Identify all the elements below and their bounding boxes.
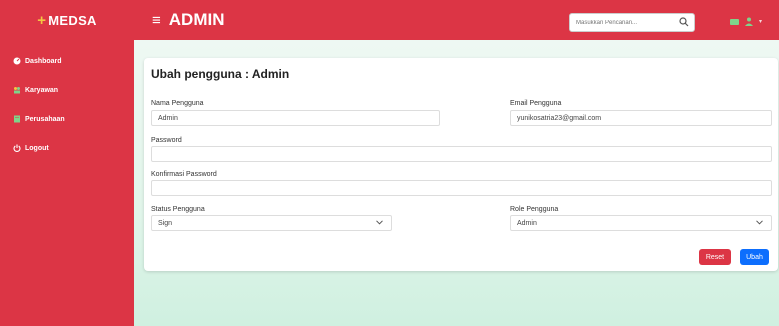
page-title: Ubah pengguna : Admin bbox=[151, 67, 290, 81]
brand-plus-icon: + bbox=[37, 11, 47, 29]
role-label: Role Pengguna bbox=[510, 206, 559, 213]
nama-label: Nama Pengguna bbox=[151, 100, 204, 107]
role-select[interactable]: Admin bbox=[510, 215, 772, 231]
sidebar: Dashboard Karyawan Perusahaan Logout bbox=[0, 40, 134, 326]
sidebar-item-label: Karyawan bbox=[25, 86, 59, 94]
top-icons: ▾ bbox=[730, 17, 762, 26]
sidebar-item-dashboard[interactable]: Dashboard bbox=[13, 57, 62, 65]
nama-field[interactable]: Admin bbox=[151, 110, 440, 126]
search-icon[interactable] bbox=[679, 17, 689, 27]
password-label: Password bbox=[151, 137, 182, 144]
power-icon bbox=[13, 144, 21, 152]
brand-name: MEDSA bbox=[48, 12, 97, 28]
sidebar-item-perusahaan[interactable]: Perusahaan bbox=[13, 115, 65, 123]
submit-button[interactable]: Ubah bbox=[740, 249, 769, 265]
chevron-down-icon bbox=[756, 220, 763, 225]
page-header: ≡ ADMIN bbox=[152, 0, 224, 40]
search-box bbox=[569, 13, 695, 32]
chevron-down-icon bbox=[376, 220, 383, 225]
users-icon bbox=[14, 87, 20, 94]
building-icon bbox=[14, 115, 20, 123]
konfirmasi-label: Konfirmasi Password bbox=[151, 171, 217, 178]
menu-toggle-icon[interactable]: ≡ bbox=[152, 12, 161, 29]
email-label: Email Pengguna bbox=[510, 100, 562, 107]
email-field[interactable]: yunikosatria23@gmail.com bbox=[510, 110, 772, 126]
sidebar-item-label: Dashboard bbox=[25, 57, 62, 65]
sidebar-item-label: Perusahaan bbox=[25, 115, 65, 123]
user-icon[interactable] bbox=[744, 17, 754, 26]
dashboard-icon bbox=[13, 57, 21, 65]
reset-button[interactable]: Reset bbox=[699, 249, 731, 265]
header-title: ADMIN bbox=[168, 10, 225, 29]
edit-user-card: Ubah pengguna : Admin Nama Pengguna Admi… bbox=[144, 58, 778, 271]
sidebar-item-label: Logout bbox=[25, 144, 49, 152]
konfirmasi-password-field[interactable] bbox=[151, 180, 772, 196]
sidebar-item-karyawan[interactable]: Karyawan bbox=[13, 86, 58, 94]
envelope-icon[interactable] bbox=[730, 18, 739, 25]
brand-logo[interactable]: + MEDSA bbox=[0, 0, 134, 40]
role-value: Admin bbox=[517, 219, 537, 227]
status-label: Status Pengguna bbox=[151, 206, 205, 213]
status-select[interactable]: Sign bbox=[151, 215, 392, 231]
password-field[interactable] bbox=[151, 146, 772, 162]
search-input[interactable] bbox=[570, 14, 670, 31]
caret-down-icon[interactable]: ▾ bbox=[759, 18, 762, 25]
top-navbar: + MEDSA ≡ ADMIN ▾ bbox=[0, 0, 779, 40]
status-value: Sign bbox=[158, 219, 173, 227]
sidebar-item-logout[interactable]: Logout bbox=[13, 144, 49, 152]
